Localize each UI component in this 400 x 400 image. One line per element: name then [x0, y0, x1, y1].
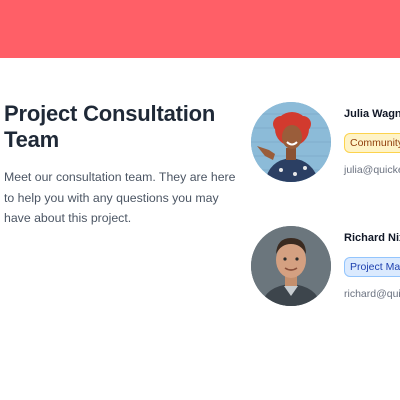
person-photo-icon	[251, 226, 331, 306]
page-title: Project Consultation Team	[4, 101, 216, 152]
top-banner	[0, 0, 400, 58]
member-name: Julia Wagne	[344, 108, 400, 120]
team-member-card: Julia Wagne Community julia@quicke	[251, 102, 400, 182]
member-email[interactable]: julia@quicke	[344, 164, 400, 176]
member-name: Richard Nix	[344, 232, 400, 244]
role-badge: Project Mar	[344, 257, 400, 277]
avatar[interactable]	[251, 226, 331, 306]
member-email[interactable]: richard@quic	[344, 288, 400, 300]
person-photo-icon	[251, 102, 331, 182]
team-description: Meet our consultation team. They are her…	[4, 170, 236, 225]
role-badge: Community	[344, 133, 400, 153]
team-intro: Project Consultation Team Meet our consu…	[4, 101, 239, 229]
team-member-card: Richard Nix Project Mar richard@quic	[251, 226, 400, 306]
avatar[interactable]	[251, 102, 331, 182]
